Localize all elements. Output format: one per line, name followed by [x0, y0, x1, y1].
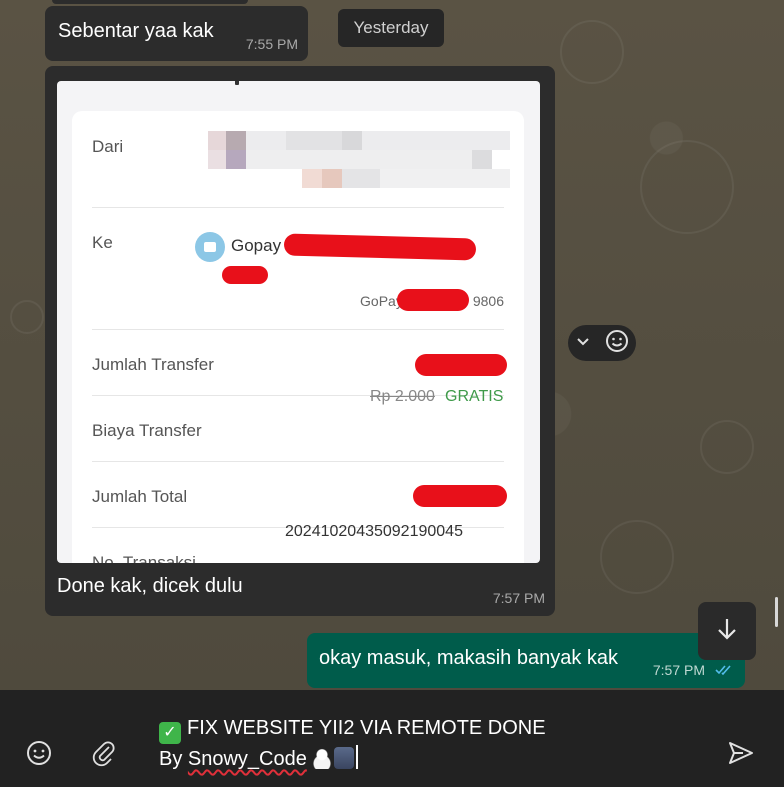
fee-value: GRATIS — [445, 388, 504, 405]
message-text: Sebentar yaa kak — [58, 20, 214, 42]
message-actions[interactable] — [568, 325, 636, 361]
message-time: 7:57 PM — [652, 662, 705, 678]
misspelled-word: Snowy_Code — [187, 748, 307, 770]
attach-button[interactable] — [91, 739, 117, 767]
divider — [92, 461, 504, 462]
smiley-icon — [27, 741, 51, 765]
redaction-mark — [283, 233, 477, 261]
previous-message-edge — [52, 0, 248, 4]
message-time: 7:57 PM — [492, 590, 545, 606]
trx-number: 20241020435092190045 — [285, 523, 463, 540]
send-icon — [729, 742, 753, 764]
ninja-icon — [334, 747, 355, 769]
message-input[interactable]: ✓ FIX WEBSITE YII2 VIA REMOTE DONE By Sno… — [159, 713, 546, 775]
message-incoming-image[interactable]: Dari Ke Gopay GoPay 9806 Jumlah Transfer… — [45, 66, 555, 616]
read-ticks-icon — [715, 663, 733, 679]
divider — [92, 395, 504, 396]
scrollbar-thumb[interactable] — [775, 597, 778, 627]
message-caption: Done kak, dicek dulu — [57, 575, 243, 597]
fee-original: Rp 2.000 — [370, 388, 435, 405]
divider — [92, 329, 504, 330]
paperclip-icon — [92, 741, 115, 767]
chevron-down-icon[interactable] — [576, 334, 590, 352]
react-smiley-icon[interactable] — [605, 329, 629, 358]
receipt-image[interactable]: Dari Ke Gopay GoPay 9806 Jumlah Transfer… — [57, 81, 540, 563]
wallet-icon — [195, 232, 225, 262]
emoji-button[interactable] — [25, 739, 53, 767]
arrow-down-icon — [713, 615, 741, 648]
divider — [92, 207, 504, 208]
redaction-mark — [397, 289, 469, 311]
redaction-mark — [222, 266, 268, 284]
redaction-mark — [413, 485, 507, 507]
message-outgoing[interactable]: okay masuk, makasih banyak kak 7:57 PM — [307, 633, 745, 688]
date-chip: Yesterday — [338, 9, 444, 47]
input-line-2: By Snowy_Code — [159, 744, 546, 775]
to-label: Ke — [92, 233, 113, 252]
recipient-name: Gopay — [231, 236, 282, 255]
amount-label: Jumlah Transfer — [92, 355, 214, 374]
fee-label: Biaya Transfer — [92, 421, 202, 440]
message-text: okay masuk, makasih banyak kak — [319, 647, 619, 669]
send-button[interactable] — [727, 739, 755, 767]
redaction-mark — [415, 354, 507, 376]
message-time: 7:55 PM — [245, 36, 298, 52]
text-caret — [356, 745, 359, 769]
chat-area[interactable]: Sebentar yaa kak 7:55 PM Yesterday Dari — [0, 0, 784, 690]
scroll-to-bottom-button[interactable] — [698, 602, 756, 660]
pixelated-sender — [208, 131, 510, 188]
snowman-icon — [312, 747, 333, 769]
trx-label: No. Transaksi — [92, 553, 196, 563]
receipt-card: Dari Ke Gopay GoPay 9806 Jumlah Transfer… — [72, 111, 524, 563]
total-label: Jumlah Total — [92, 487, 188, 506]
from-label: Dari — [92, 137, 124, 156]
input-line-1: ✓ FIX WEBSITE YII2 VIA REMOTE DONE — [159, 713, 546, 744]
check-mark-icon: ✓ — [159, 722, 181, 744]
message-incoming[interactable]: Sebentar yaa kak 7:55 PM — [45, 6, 308, 61]
